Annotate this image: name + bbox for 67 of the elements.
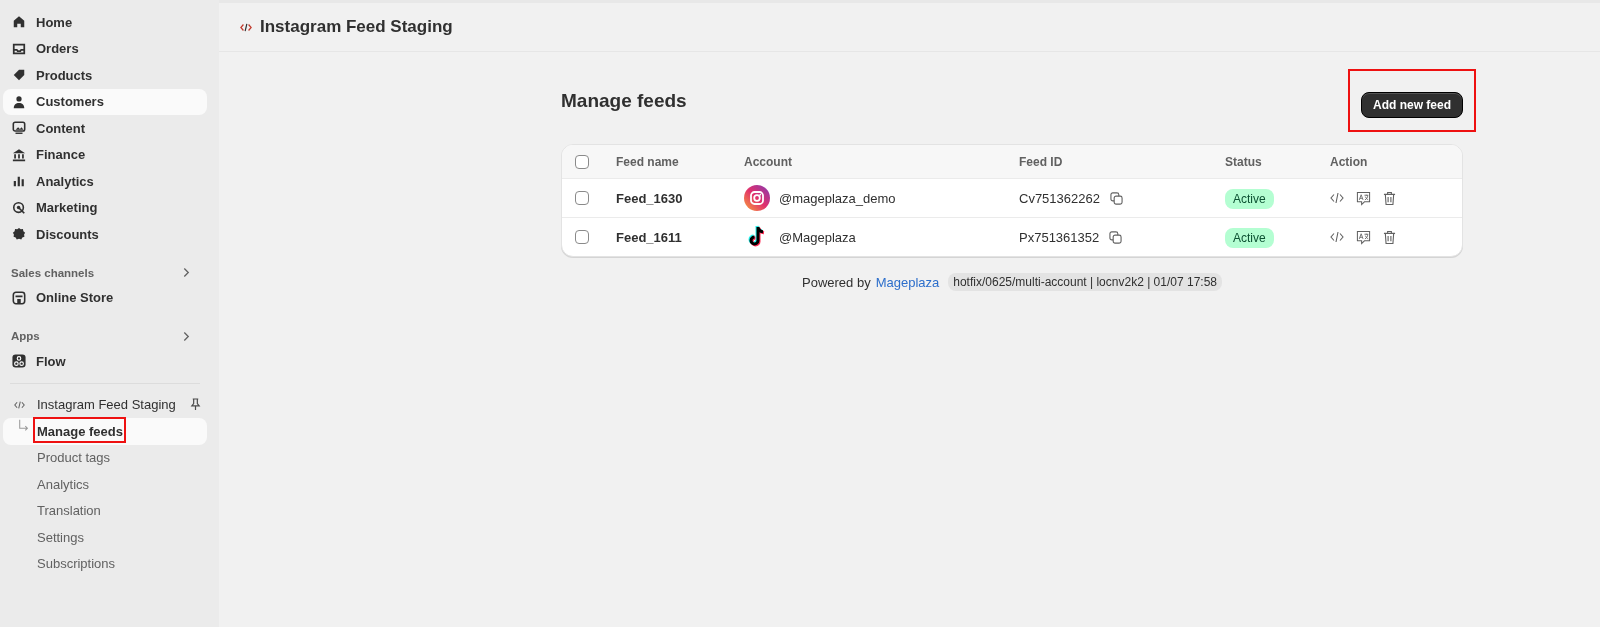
person-icon	[12, 94, 26, 109]
nav-subitem[interactable]: Manage feeds	[3, 418, 207, 445]
chevron-right-icon[interactable]	[183, 330, 190, 342]
column-header: Feed name	[616, 154, 680, 169]
pin-icon[interactable]	[189, 398, 201, 412]
code-icon[interactable]	[1330, 192, 1344, 204]
powered-by-text: Powered by	[802, 274, 871, 290]
column-header: Feed ID	[1019, 154, 1064, 169]
code-icon	[14, 400, 25, 409]
nav-subitem[interactable]: Product tags	[3, 444, 207, 471]
account-handle: @Mageplaza	[779, 229, 856, 245]
account-handle: @mageplaza_demo	[779, 190, 896, 206]
column-header: Account	[744, 154, 793, 169]
feed-name: Feed_1611	[616, 229, 683, 245]
inbox-icon	[12, 41, 26, 56]
translate-icon[interactable]	[1356, 229, 1371, 245]
home-icon	[12, 15, 26, 30]
copy-icon[interactable]	[1109, 230, 1123, 244]
trash-icon[interactable]	[1383, 229, 1396, 245]
nav-item[interactable]: Discounts	[3, 221, 207, 248]
nav-item[interactable]: Marketing	[3, 194, 207, 221]
add-feed-button[interactable]: Add new feed	[1361, 91, 1463, 118]
nav-item[interactable]: Home	[3, 9, 207, 36]
nav-subitem[interactable]: Subscriptions	[3, 550, 207, 577]
image-icon	[12, 121, 26, 136]
flow-icon	[12, 354, 26, 369]
bank-icon	[12, 147, 26, 162]
trash-icon[interactable]	[1383, 190, 1396, 206]
nav-item[interactable]: Flow	[3, 348, 207, 375]
row-checkbox[interactable]	[575, 191, 589, 205]
nav-item[interactable]: Products	[3, 62, 207, 89]
section-title: Apps	[11, 330, 40, 342]
column-header: Status	[1225, 154, 1263, 169]
corner-arrow-icon	[18, 419, 30, 434]
page-header-title: Instagram Feed Staging	[260, 17, 453, 37]
nav-subitem[interactable]: Analytics	[3, 471, 207, 498]
section-title: Sales channels	[11, 266, 95, 279]
nav-subitem[interactable]: Translation	[3, 497, 207, 524]
select-all-checkbox[interactable]	[575, 154, 589, 169]
target-icon	[12, 200, 26, 215]
nav-item[interactable]: Customers	[3, 88, 207, 115]
badge-icon	[12, 227, 26, 242]
column-header: Action	[1330, 154, 1369, 169]
nav-item[interactable]: Analytics	[3, 168, 207, 195]
chevron-right-icon[interactable]	[183, 267, 190, 278]
mageplaza-link[interactable]: Mageplaza	[875, 274, 940, 290]
nav-item[interactable]: Finance	[3, 141, 207, 168]
feed-name: Feed_1630	[616, 190, 684, 206]
app-name[interactable]: Instagram Feed Staging	[37, 397, 176, 413]
bars-icon	[12, 174, 26, 189]
nav-subitem[interactable]: Settings	[3, 524, 207, 551]
nav-item[interactable]: Online Store	[3, 284, 207, 311]
page-title: Manage feeds	[561, 89, 687, 112]
row-checkbox[interactable]	[575, 230, 589, 244]
nav-item[interactable]: Content	[3, 115, 207, 142]
build-info-tag: hotfix/0625/multi-account | locnv2k2 | 01/07 17:58	[948, 273, 1222, 291]
nav-item[interactable]: Orders	[3, 35, 207, 62]
code-icon[interactable]	[1330, 231, 1344, 243]
feed-id: Cv751362262	[1019, 190, 1100, 206]
status-badge: Active	[1225, 188, 1274, 209]
store-icon	[12, 290, 26, 305]
feed-id: Px751361352	[1019, 229, 1100, 245]
status-badge: Active	[1225, 227, 1274, 248]
tag-icon	[12, 68, 26, 83]
copy-icon[interactable]	[1109, 191, 1123, 205]
code-icon	[240, 22, 252, 32]
translate-icon[interactable]	[1356, 190, 1371, 206]
